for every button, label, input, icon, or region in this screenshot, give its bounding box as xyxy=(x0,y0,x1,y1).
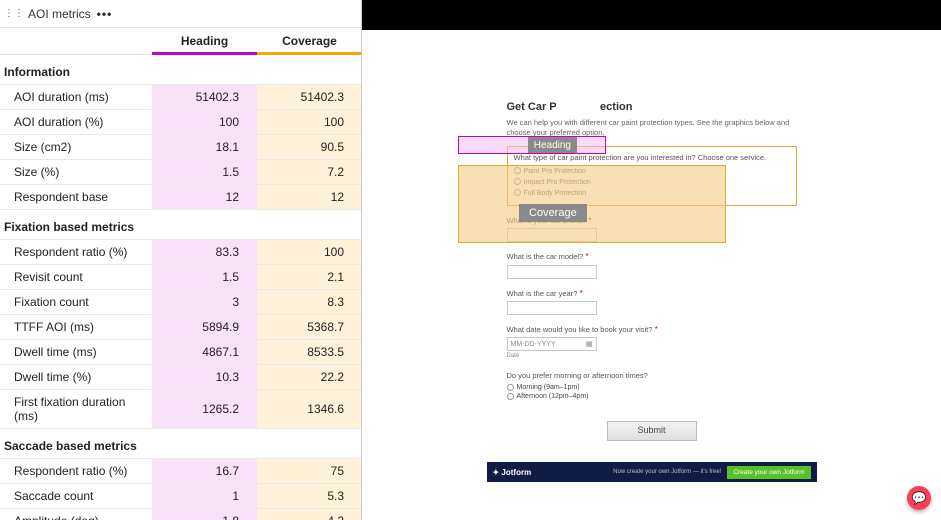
metric-value-heading: 4867.1 xyxy=(152,340,257,365)
metric-value-coverage: 100 xyxy=(257,110,362,135)
panel-title: AOI metrics xyxy=(28,7,91,21)
metric-label: Dwell time (%) xyxy=(0,365,152,390)
date-placeholder: MM-DD-YYYY xyxy=(511,340,556,349)
metric-value-coverage: 90.5 xyxy=(257,135,362,160)
field-time-pref: Do you prefer morning or afternoon times… xyxy=(507,371,797,401)
metric-value-coverage: 7.2 xyxy=(257,160,362,185)
input-car-year[interactable] xyxy=(507,301,597,315)
heading-text-right: ection xyxy=(600,100,632,114)
jotform-text: Now create your own Jotform — it's free! xyxy=(613,469,721,475)
metric-value-heading: 18.1 xyxy=(152,135,257,160)
preview-canvas: Get Car P Heading ection We can help you… xyxy=(362,30,941,520)
metric-value-coverage: 8533.5 xyxy=(257,340,362,365)
jotform-cta-button[interactable]: Create your own Jotform xyxy=(727,466,810,479)
heading-text-left: Get Car P xyxy=(507,100,557,114)
metric-label: AOI duration (ms) xyxy=(0,85,152,110)
panel-header: ⋮⋮ AOI metrics ••• xyxy=(0,0,361,28)
col-header-coverage[interactable]: Coverage xyxy=(257,28,362,55)
panel-more-button[interactable]: ••• xyxy=(97,7,113,21)
section-title: Fixation based metrics xyxy=(0,210,152,240)
metric-value-coverage: 22.2 xyxy=(257,365,362,390)
metric-value-coverage: 2.1 xyxy=(257,265,362,290)
metric-label: Respondent base xyxy=(0,185,152,210)
metric-value-heading: 3 xyxy=(152,290,257,315)
chat-icon: 💬 xyxy=(912,491,927,505)
metric-value-coverage: 51402.3 xyxy=(257,85,362,110)
aoi-tag-coverage: Coverage xyxy=(519,204,587,222)
form-subheading: We can help you with different car paint… xyxy=(507,118,797,138)
metric-value-coverage: 1346.6 xyxy=(257,390,362,429)
col-header-metric xyxy=(0,28,152,55)
aoi-metrics-panel: ⋮⋮ AOI metrics ••• Heading Coverage Info… xyxy=(0,0,362,520)
stimulus-preview: Get Car P Heading ection We can help you… xyxy=(362,0,941,520)
aoi-tag-heading: Heading xyxy=(528,137,577,153)
metric-value-heading: 1.8 xyxy=(152,509,257,520)
aoi-overlay-coverage[interactable]: Coverage xyxy=(458,165,726,243)
metric-value-coverage: 4.2 xyxy=(257,509,362,520)
label-car-year: What is the car year? xyxy=(507,289,578,298)
metric-value-heading: 1.5 xyxy=(152,160,257,185)
metric-value-heading: 10.3 xyxy=(152,365,257,390)
label-visit-date: What date would you like to book your vi… xyxy=(507,325,653,334)
date-hint: Date xyxy=(507,353,797,361)
time-opt-1[interactable]: Morning (9am–1pm) xyxy=(507,383,797,392)
metric-value-coverage: 5368.7 xyxy=(257,315,362,340)
label-time-pref: Do you prefer morning or afternoon times… xyxy=(507,371,797,381)
metric-value-heading: 100 xyxy=(152,110,257,135)
metric-label: Size (%) xyxy=(0,160,152,185)
section-title: Information xyxy=(0,55,152,85)
metric-label: Saccade count xyxy=(0,484,152,509)
input-visit-date[interactable]: MM-DD-YYYY ▦ xyxy=(507,337,597,351)
section-title: Saccade based metrics xyxy=(0,429,152,459)
field-visit-date: What date would you like to book your vi… xyxy=(507,325,797,361)
metric-value-heading: 1.5 xyxy=(152,265,257,290)
field-car-year: What is the car year? * xyxy=(507,289,797,315)
metric-value-coverage: 75 xyxy=(257,459,362,484)
metric-label: Size (cm2) xyxy=(0,135,152,160)
form-heading: Get Car P Heading ection xyxy=(507,100,797,114)
metric-value-coverage: 12 xyxy=(257,185,362,210)
metric-label: Fixation count xyxy=(0,290,152,315)
field-car-model: What is the car model? * xyxy=(507,252,797,278)
chat-fab-button[interactable]: 💬 xyxy=(907,486,931,510)
metric-value-coverage: 100 xyxy=(257,240,362,265)
metric-label: Respondent ratio (%) xyxy=(0,240,152,265)
metric-label: First fixation duration (ms) xyxy=(0,390,152,429)
metric-label: Amplitude (deg) xyxy=(0,509,152,520)
metric-label: Dwell time (ms) xyxy=(0,340,152,365)
metric-value-heading: 12 xyxy=(152,185,257,210)
metric-value-coverage: 8.3 xyxy=(257,290,362,315)
metric-value-heading: 16.7 xyxy=(152,459,257,484)
metric-value-heading: 1 xyxy=(152,484,257,509)
jotform-banner: ✦ Jotform Now create your own Jotform — … xyxy=(487,462,817,482)
time-opt-2[interactable]: Afternoon (12pm–4pm) xyxy=(507,392,797,401)
aoi-overlay-heading[interactable]: Heading xyxy=(458,136,606,154)
metric-value-heading: 5894.9 xyxy=(152,315,257,340)
metric-value-heading: 83.3 xyxy=(152,240,257,265)
metric-value-heading: 1265.2 xyxy=(152,390,257,429)
metric-label: Revisit count xyxy=(0,265,152,290)
metric-value-coverage: 5.3 xyxy=(257,484,362,509)
calendar-icon[interactable]: ▦ xyxy=(586,340,593,349)
metric-label: AOI duration (%) xyxy=(0,110,152,135)
submit-button[interactable]: Submit xyxy=(607,421,697,441)
metrics-table: Heading Coverage InformationAOI duration… xyxy=(0,28,362,520)
drag-handle-icon[interactable]: ⋮⋮ xyxy=(4,8,24,19)
col-header-heading[interactable]: Heading xyxy=(152,28,257,55)
jotform-logo: ✦ Jotform xyxy=(493,468,532,477)
label-car-model: What is the car model? xyxy=(507,252,584,261)
metric-value-heading: 51402.3 xyxy=(152,85,257,110)
q1-label: What type of car paint protection are yo… xyxy=(514,153,790,163)
input-car-model[interactable] xyxy=(507,265,597,279)
metric-label: TTFF AOI (ms) xyxy=(0,315,152,340)
preview-top-bar xyxy=(362,0,941,30)
metric-label: Respondent ratio (%) xyxy=(0,459,152,484)
